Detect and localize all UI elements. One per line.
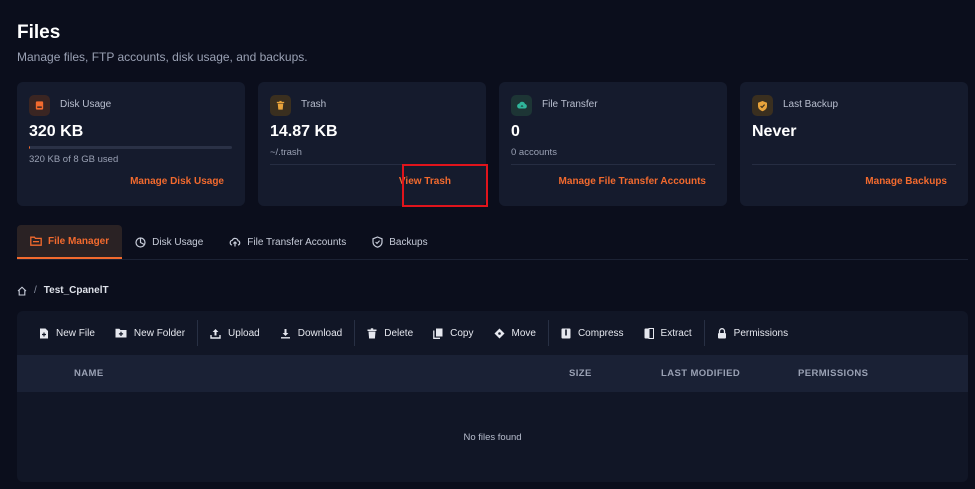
tab-label: File Transfer Accounts — [247, 236, 347, 248]
copy-label: Copy — [450, 327, 474, 339]
permissions-button[interactable]: Permissions — [707, 311, 798, 355]
tab-disk-usage[interactable]: Disk Usage — [122, 225, 216, 259]
upload-label: Upload — [228, 327, 260, 339]
archive-icon — [561, 328, 571, 339]
column-last-modified[interactable]: LAST MODIFIED — [661, 368, 740, 379]
empty-state-message: No files found — [463, 431, 522, 443]
card-divider — [511, 164, 715, 165]
files-tabs: File Manager Disk Usage File Transfer Ac… — [17, 225, 441, 259]
breadcrumb: / Test_CpanelT — [17, 285, 109, 296]
cloud-upload-icon — [511, 95, 532, 116]
disk-usage-detail: 320 KB of 8 GB used — [29, 154, 119, 165]
new-file-button[interactable]: New File — [29, 311, 105, 355]
lock-icon — [717, 327, 727, 339]
view-trash-highlight — [402, 164, 488, 207]
shield-icon — [372, 236, 383, 248]
manage-file-transfer-link[interactable]: Manage File Transfer Accounts — [559, 176, 706, 187]
extract-icon — [644, 327, 654, 339]
download-icon — [280, 328, 291, 339]
toolbar-separator — [547, 320, 549, 346]
toolbar-separator — [354, 320, 356, 346]
permissions-label: Permissions — [733, 327, 789, 339]
compress-label: Compress — [577, 327, 624, 339]
disk-usage-progress-fill — [29, 146, 30, 149]
new-folder-label: New Folder — [133, 327, 186, 339]
last-backup-value: Never — [752, 123, 797, 140]
file-transfer-card: File Transfer 0 0 accounts Manage File T… — [499, 82, 727, 206]
manage-disk-usage-link[interactable]: Manage Disk Usage — [130, 176, 224, 187]
home-icon[interactable] — [17, 285, 27, 296]
pie-chart-icon — [135, 236, 146, 248]
shield-icon — [752, 95, 773, 116]
tab-label: Disk Usage — [152, 236, 204, 248]
download-button[interactable]: Download — [270, 311, 352, 355]
files-page: Files Manage files, FTP accounts, disk u… — [0, 0, 975, 489]
disk-usage-label: Disk Usage — [60, 99, 112, 110]
disk-usage-value: 320 KB — [29, 123, 84, 140]
column-size[interactable]: SIZE — [569, 368, 592, 379]
trash-path: ~/.trash — [270, 147, 302, 158]
folder-plus-icon — [115, 328, 127, 338]
extract-label: Extract — [660, 327, 692, 339]
tab-file-manager[interactable]: File Manager — [17, 225, 123, 259]
trash-icon — [270, 95, 291, 116]
trash-label: Trash — [301, 99, 327, 110]
move-label: Move — [511, 327, 536, 339]
compress-button[interactable]: Compress — [551, 311, 634, 355]
file-transfer-label: File Transfer — [542, 99, 598, 110]
tab-file-transfer-accounts[interactable]: File Transfer Accounts — [216, 225, 359, 259]
toolbar-separator — [703, 320, 705, 346]
page-title: Files — [17, 22, 61, 43]
tab-label: Backups — [389, 236, 428, 248]
card-divider — [752, 164, 956, 165]
last-backup-label: Last Backup — [783, 99, 839, 110]
file-transfer-value: 0 — [511, 123, 520, 140]
copy-icon — [433, 328, 443, 339]
disk-usage-card: Disk Usage 320 KB 320 KB of 8 GB used Ma… — [17, 82, 245, 206]
column-name[interactable]: NAME — [74, 368, 104, 379]
file-table-header: NAME SIZE LAST MODIFIED PERMISSIONS — [17, 355, 968, 392]
column-permissions[interactable]: PERMISSIONS — [798, 368, 868, 379]
trash-icon — [367, 327, 377, 339]
move-button[interactable]: Move — [484, 311, 546, 355]
upload-button[interactable]: Upload — [200, 311, 270, 355]
delete-label: Delete — [384, 327, 414, 339]
new-file-label: New File — [56, 327, 95, 339]
download-label: Download — [297, 327, 343, 339]
toolbar-separator — [197, 320, 199, 346]
delete-button[interactable]: Delete — [357, 311, 423, 355]
tabs-divider — [17, 259, 968, 260]
manage-backups-link[interactable]: Manage Backups — [865, 176, 947, 187]
move-icon — [494, 328, 505, 339]
storage-icon — [29, 95, 50, 116]
breadcrumb-current[interactable]: Test_CpanelT — [44, 285, 109, 296]
page-subtitle: Manage files, FTP accounts, disk usage, … — [17, 50, 308, 64]
upload-icon — [210, 328, 221, 339]
file-manager-panel: New File New Folder Upload Download Dele… — [17, 311, 968, 482]
breadcrumb-separator: / — [34, 285, 37, 296]
file-transfer-accounts: 0 accounts — [511, 147, 557, 158]
file-plus-icon — [39, 328, 49, 339]
last-backup-card: Last Backup Never Manage Backups — [740, 82, 968, 206]
file-toolbar: New File New Folder Upload Download Dele… — [17, 311, 968, 355]
disk-usage-progress — [29, 146, 232, 149]
cloud-upload-icon — [229, 237, 241, 247]
tab-label: File Manager — [48, 235, 110, 247]
tab-backups[interactable]: Backups — [359, 225, 440, 259]
new-folder-button[interactable]: New Folder — [105, 311, 195, 355]
trash-value: 14.87 KB — [270, 123, 338, 140]
folder-icon — [30, 236, 42, 246]
extract-button[interactable]: Extract — [634, 311, 702, 355]
copy-button[interactable]: Copy — [423, 311, 483, 355]
